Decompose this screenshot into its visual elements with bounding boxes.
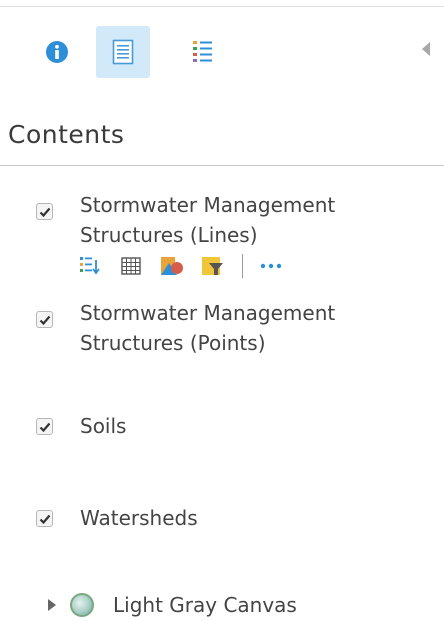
layer-title-line: Structures (Lines) bbox=[80, 223, 258, 247]
layer-title-line: Stormwater Management bbox=[80, 301, 336, 325]
show-legend-button[interactable] bbox=[78, 254, 102, 278]
content-list-icon bbox=[112, 39, 134, 65]
basemap-globe-icon bbox=[70, 593, 94, 617]
expand-arrow-icon[interactable] bbox=[48, 599, 56, 611]
more-options-button[interactable] bbox=[259, 254, 283, 278]
show-legend-icon bbox=[80, 257, 100, 275]
show-table-button[interactable] bbox=[119, 254, 143, 278]
info-icon bbox=[46, 41, 68, 63]
panel-title: Contents bbox=[8, 120, 125, 149]
filter-icon bbox=[202, 257, 223, 275]
layer-visibility-checkbox[interactable] bbox=[36, 311, 53, 328]
more-options-icon bbox=[260, 263, 282, 269]
contents-button[interactable] bbox=[96, 26, 150, 78]
layer-visibility-checkbox[interactable] bbox=[36, 418, 53, 435]
collapse-panel-button[interactable] bbox=[412, 35, 440, 63]
heading-divider bbox=[0, 165, 444, 166]
tools-divider bbox=[242, 254, 243, 278]
checkmark-icon bbox=[39, 207, 50, 217]
layer-tools bbox=[78, 254, 300, 278]
legend-button[interactable] bbox=[176, 26, 230, 78]
checkmark-icon bbox=[39, 514, 50, 524]
show-table-icon bbox=[121, 257, 141, 275]
checkmark-icon bbox=[39, 315, 50, 325]
layer-title[interactable]: Stormwater Management Structures (Lines) bbox=[80, 190, 335, 250]
layer-title[interactable]: Soils bbox=[80, 411, 126, 441]
filter-button[interactable] bbox=[201, 254, 225, 278]
layer-visibility-checkbox[interactable] bbox=[36, 203, 53, 220]
layer-title[interactable]: Stormwater Management Structures (Points… bbox=[80, 298, 335, 358]
layer-title-line: Soils bbox=[80, 414, 127, 438]
layer-title-line: Structures (Points) bbox=[80, 331, 266, 355]
top-divider bbox=[0, 6, 444, 7]
layer-title-line: Stormwater Management bbox=[80, 193, 336, 217]
layer-title-line: Watersheds bbox=[80, 506, 198, 530]
layer-visibility-checkbox[interactable] bbox=[36, 510, 53, 527]
legend-icon bbox=[193, 41, 212, 62]
layer-title[interactable]: Watersheds bbox=[80, 503, 198, 533]
change-style-icon bbox=[161, 257, 183, 275]
change-style-button[interactable] bbox=[160, 254, 184, 278]
details-button[interactable] bbox=[30, 26, 84, 78]
basemap-title[interactable]: Light Gray Canvas bbox=[113, 590, 297, 620]
collapse-left-icon bbox=[422, 42, 430, 56]
checkmark-icon bbox=[39, 422, 50, 432]
